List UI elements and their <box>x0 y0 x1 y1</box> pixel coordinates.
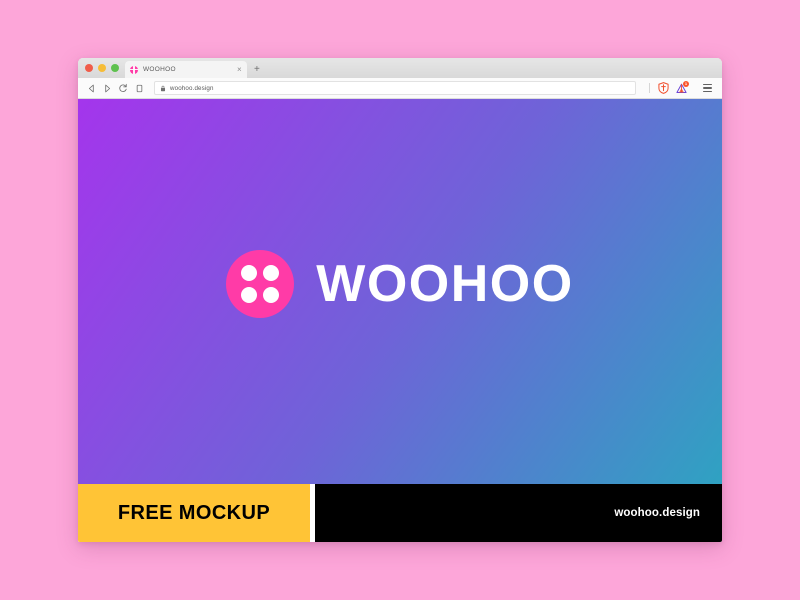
menu-line <box>703 83 712 86</box>
url-text: woohoo.design <box>170 84 214 92</box>
tab-favicon-icon <box>130 65 138 74</box>
tab-title: WOOHOO <box>143 66 176 73</box>
mark-dot <box>263 286 280 303</box>
back-arrow-icon[interactable] <box>84 81 98 95</box>
window-maximize-button[interactable] <box>111 64 119 72</box>
browser-window: WOOHOO × + woohoo.design 1 WOOHOO FREE M… <box>78 58 722 542</box>
browser-toolbar: woohoo.design 1 <box>78 78 722 99</box>
bookmark-icon[interactable] <box>132 81 146 95</box>
page-content: WOOHOO FREE MOCKUP woohoo.design <box>78 99 722 542</box>
site-url-bar: woohoo.design <box>315 484 722 542</box>
free-mockup-label: FREE MOCKUP <box>117 501 271 524</box>
window-close-button[interactable] <box>85 64 93 72</box>
mark-dot <box>241 286 258 303</box>
brand-wordmark: WOOHOO <box>316 254 574 313</box>
rewards-notification-badge: 1 <box>683 80 689 87</box>
new-tab-button[interactable]: + <box>247 65 266 76</box>
site-url-label: woohoo.design <box>614 507 700 519</box>
four-dot-circle-icon <box>226 249 295 318</box>
browser-tab-woohoo[interactable]: WOOHOO × <box>125 61 247 78</box>
mark-dot <box>241 264 258 281</box>
tab-strip: WOOHOO × + <box>78 58 722 78</box>
reload-icon[interactable] <box>116 81 130 95</box>
brand-lockup: WOOHOO <box>226 249 574 318</box>
window-minimize-button[interactable] <box>98 64 106 72</box>
toolbar-divider <box>649 83 650 93</box>
forward-arrow-icon[interactable] <box>100 81 114 95</box>
free-mockup-badge: FREE MOCKUP <box>78 484 310 542</box>
window-controls <box>83 58 125 78</box>
menu-line <box>703 87 712 89</box>
menu-line <box>703 90 712 93</box>
url-bar[interactable]: woohoo.design <box>154 81 636 95</box>
brave-rewards-triangle-icon[interactable]: 1 <box>675 80 689 95</box>
tab-close-icon[interactable]: × <box>234 65 242 74</box>
footer-bars: FREE MOCKUP woohoo.design <box>78 484 722 542</box>
mark-dot <box>263 264 280 281</box>
lock-icon <box>160 79 166 97</box>
hamburger-menu-icon[interactable] <box>703 82 715 95</box>
toolbar-actions: 1 <box>649 80 716 95</box>
brave-shield-icon[interactable] <box>657 82 670 95</box>
hero-section: WOOHOO <box>78 99 722 484</box>
